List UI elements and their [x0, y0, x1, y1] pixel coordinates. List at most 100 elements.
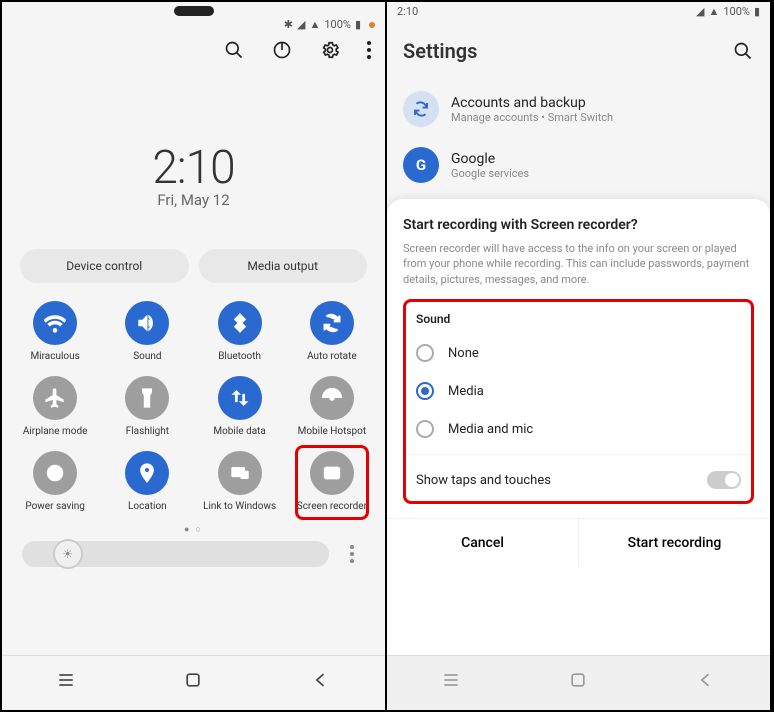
recording-indicator-dot [369, 22, 375, 28]
qs-tile-label: Airplane mode [23, 426, 88, 437]
qs-tile-label: Power saving [25, 501, 85, 512]
hotspot-icon [310, 376, 354, 420]
qs-tile-power[interactable]: Power saving [10, 451, 100, 512]
qs-tile-link[interactable]: Link to Windows [195, 451, 285, 512]
signal-status-icon: ▲ [708, 5, 719, 18]
radio-icon [416, 344, 434, 362]
sound-heading: Sound [416, 312, 741, 326]
qs-tile-hotspot[interactable]: Mobile Hotspot [287, 376, 377, 437]
search-icon[interactable] [223, 39, 245, 61]
brightness-more-icon[interactable] [339, 545, 365, 563]
qs-tile-label: Link to Windows [203, 501, 276, 512]
flashlight-icon [125, 376, 169, 420]
qs-tile-flashlight[interactable]: Flashlight [102, 376, 192, 437]
nav-home-icon[interactable] [568, 670, 588, 694]
brightness-slider[interactable] [22, 541, 329, 567]
battery-percent: 100% [723, 5, 750, 18]
rotate-icon [310, 301, 354, 345]
bluetooth-icon [218, 301, 262, 345]
panel-toolbar [2, 33, 385, 71]
qs-tile-bluetooth[interactable]: Bluetooth [195, 301, 285, 362]
settings-row-title: Google [451, 151, 529, 167]
wifi-icon [33, 301, 77, 345]
qs-tile-sound[interactable]: Sound [102, 301, 192, 362]
settings-gear-icon[interactable] [319, 39, 341, 61]
qs-tile-label: Auto rotate [307, 351, 357, 362]
radio-label: None [448, 346, 479, 361]
qs-tile-mobiledata[interactable]: Mobile data [195, 376, 285, 437]
qs-tile-location[interactable]: Location [102, 451, 192, 512]
location-icon [125, 451, 169, 495]
radio-option-media[interactable]: Media [416, 372, 741, 410]
nav-recent-icon[interactable] [441, 670, 461, 694]
quick-settings-panel: ✱ ◢ ▲ 100% ▮ 2:10 Fri, May 12 Device con… [2, 2, 387, 710]
media-output-button[interactable]: Media output [199, 249, 368, 283]
screen-recorder-sheet: Start recording with Screen recorder? Sc… [387, 199, 770, 655]
device-control-button[interactable]: Device control [20, 249, 189, 283]
qs-tile-airplane[interactable]: Airplane mode [10, 376, 100, 437]
qs-tile-label: Flashlight [126, 426, 169, 437]
radio-icon [416, 382, 434, 400]
sheet-description: Screen recorder will have access to the … [403, 241, 754, 287]
sheet-actions: Cancel Start recording [387, 518, 770, 567]
radio-icon [416, 420, 434, 438]
bluetooth-status-icon: ✱ [284, 18, 293, 31]
qs-tile-rotate[interactable]: Auto rotate [287, 301, 377, 362]
brightness-thumb[interactable] [53, 539, 83, 569]
power-icon[interactable] [271, 39, 293, 61]
pager-dots[interactable]: ● ○ [2, 522, 385, 541]
sheet-title: Start recording with Screen recorder? [403, 217, 754, 233]
radio-label: Media [448, 384, 484, 399]
google-icon: G [403, 147, 439, 183]
sync-icon [403, 91, 439, 127]
settings-row-google[interactable]: G Google Google services [387, 137, 770, 193]
status-bar: ✱ ◢ ▲ 100% ▮ [2, 16, 385, 33]
airplane-icon [33, 376, 77, 420]
highlight-box [295, 445, 369, 520]
qs-tile-label: Mobile data [213, 426, 266, 437]
link-icon [218, 451, 262, 495]
settings-screen-recorder-dialog: 2:10 ◢ ▲ 100% ▮ Settings Accounts and ba… [387, 2, 772, 710]
quick-settings-grid: Miraculous Sound Bluetooth Auto rotate Airpl… [2, 283, 385, 522]
qs-tile-wifi[interactable]: Miraculous [10, 301, 100, 362]
qs-tile-label: Sound [133, 351, 161, 362]
battery-icon: ▮ [754, 5, 760, 18]
mobiledata-icon [218, 376, 262, 420]
more-options-icon[interactable] [367, 41, 371, 59]
wifi-status-icon: ◢ [696, 5, 704, 18]
notch [174, 6, 214, 16]
status-time: 2:10 [397, 5, 418, 18]
toggle-switch[interactable] [707, 471, 741, 489]
divider [406, 454, 751, 455]
sound-icon [125, 301, 169, 345]
toggle-label: Show taps and touches [416, 473, 551, 488]
sound-options-highlighted: Sound None Media Media and mic Show taps… [403, 299, 754, 504]
battery-percent: 100% [324, 18, 351, 31]
nav-back-icon[interactable] [696, 670, 716, 694]
qs-tile-screenrec[interactable]: Screen recorder [287, 451, 377, 512]
radio-option-media-mic[interactable]: Media and mic [416, 410, 741, 448]
radio-option-none[interactable]: None [416, 334, 741, 372]
search-icon[interactable] [732, 40, 754, 62]
page-title: Settings [403, 39, 477, 63]
show-taps-toggle-row[interactable]: Show taps and touches [416, 461, 741, 491]
output-pills: Device control Media output [2, 209, 385, 283]
clock-date: Fri, May 12 [2, 191, 385, 209]
status-bar: 2:10 ◢ ▲ 100% ▮ [387, 2, 770, 21]
nav-bar [2, 655, 385, 710]
cancel-button[interactable]: Cancel [387, 519, 579, 567]
nav-home-icon[interactable] [183, 670, 203, 694]
settings-row-subtitle: Google services [451, 167, 529, 180]
settings-header: Settings [387, 21, 770, 81]
start-recording-button[interactable]: Start recording [579, 519, 770, 567]
radio-label: Media and mic [448, 422, 533, 437]
qs-tile-label: Mobile Hotspot [298, 426, 367, 437]
clock-widget: 2:10 Fri, May 12 [2, 141, 385, 209]
brightness-slider-row [2, 541, 385, 567]
nav-back-icon[interactable] [311, 670, 331, 694]
settings-row-title: Accounts and backup [451, 95, 613, 111]
nav-recent-icon[interactable] [56, 670, 76, 694]
qs-tile-label: Miraculous [30, 351, 79, 362]
battery-icon: ▮ [355, 18, 361, 31]
settings-row-accounts-backup[interactable]: Accounts and backup Manage accounts • Sm… [387, 81, 770, 137]
